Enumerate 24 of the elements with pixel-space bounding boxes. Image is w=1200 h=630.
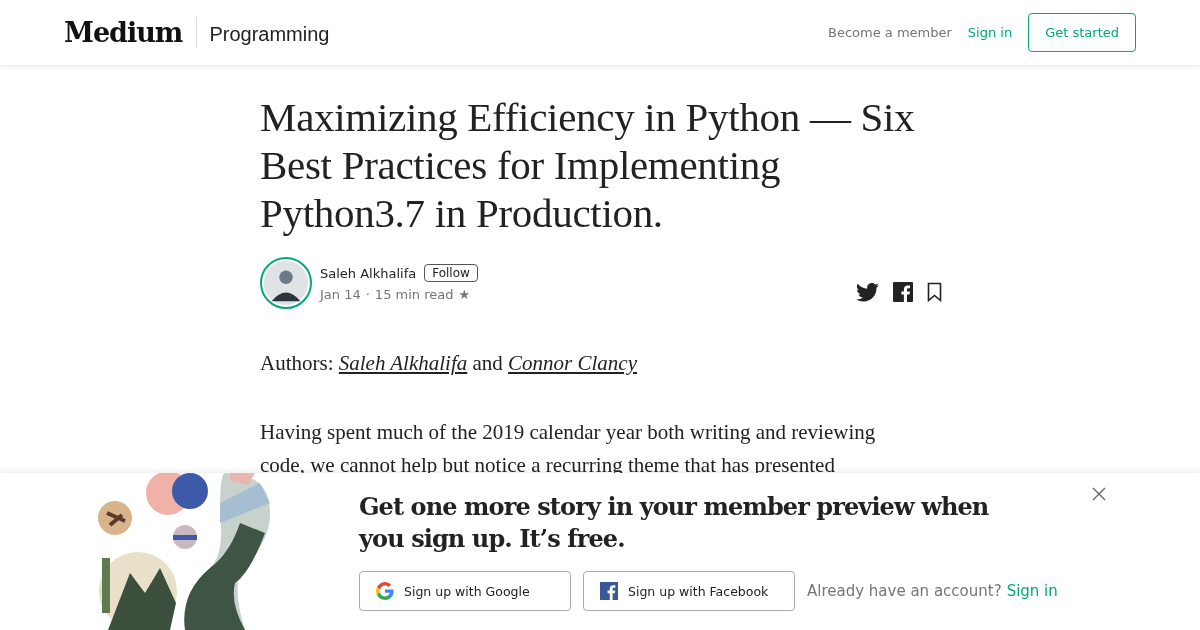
separator-dot: · xyxy=(365,287,370,302)
star-icon: ★ xyxy=(458,287,471,302)
follow-button[interactable]: Follow xyxy=(424,264,478,282)
signup-button[interactable]: Sign up with Google xyxy=(359,571,571,611)
facebook-icon xyxy=(600,582,618,600)
account-question: Already have an account? xyxy=(807,582,1002,600)
close-icon[interactable] xyxy=(1092,487,1106,501)
publish-date: Jan 14 xyxy=(320,287,361,302)
authors-line: Authors: Saleh Alkhalifa and Connor Clancy xyxy=(260,351,638,376)
facebook-icon[interactable] xyxy=(893,282,913,302)
google-logo-icon xyxy=(376,582,394,600)
author-link[interactable]: Saleh Alkhalifa xyxy=(338,351,468,375)
header-link[interactable]: Become a member xyxy=(827,25,952,40)
author-avatar[interactable] xyxy=(260,257,312,309)
signup-button[interactable]: Sign up with Facebook xyxy=(583,571,795,611)
article-title: Maximizing Efficiency in Python — Six Best Practices for Implementing Python3.7 in Production. xyxy=(260,93,916,237)
read-time: 15 min read xyxy=(374,287,454,302)
publication-section[interactable]: Programming xyxy=(209,23,330,46)
bookmark-icon[interactable] xyxy=(927,282,942,302)
author-link[interactable]: Connor Clancy xyxy=(508,351,637,375)
author-name[interactable]: Saleh Alkhalifa xyxy=(320,265,417,281)
twitter-bird-icon[interactable] xyxy=(856,282,879,302)
banner-heading: Get one more story in your member preview when you sign up. It’s free. xyxy=(359,491,990,555)
medium-logo[interactable]: Medium xyxy=(64,17,198,48)
